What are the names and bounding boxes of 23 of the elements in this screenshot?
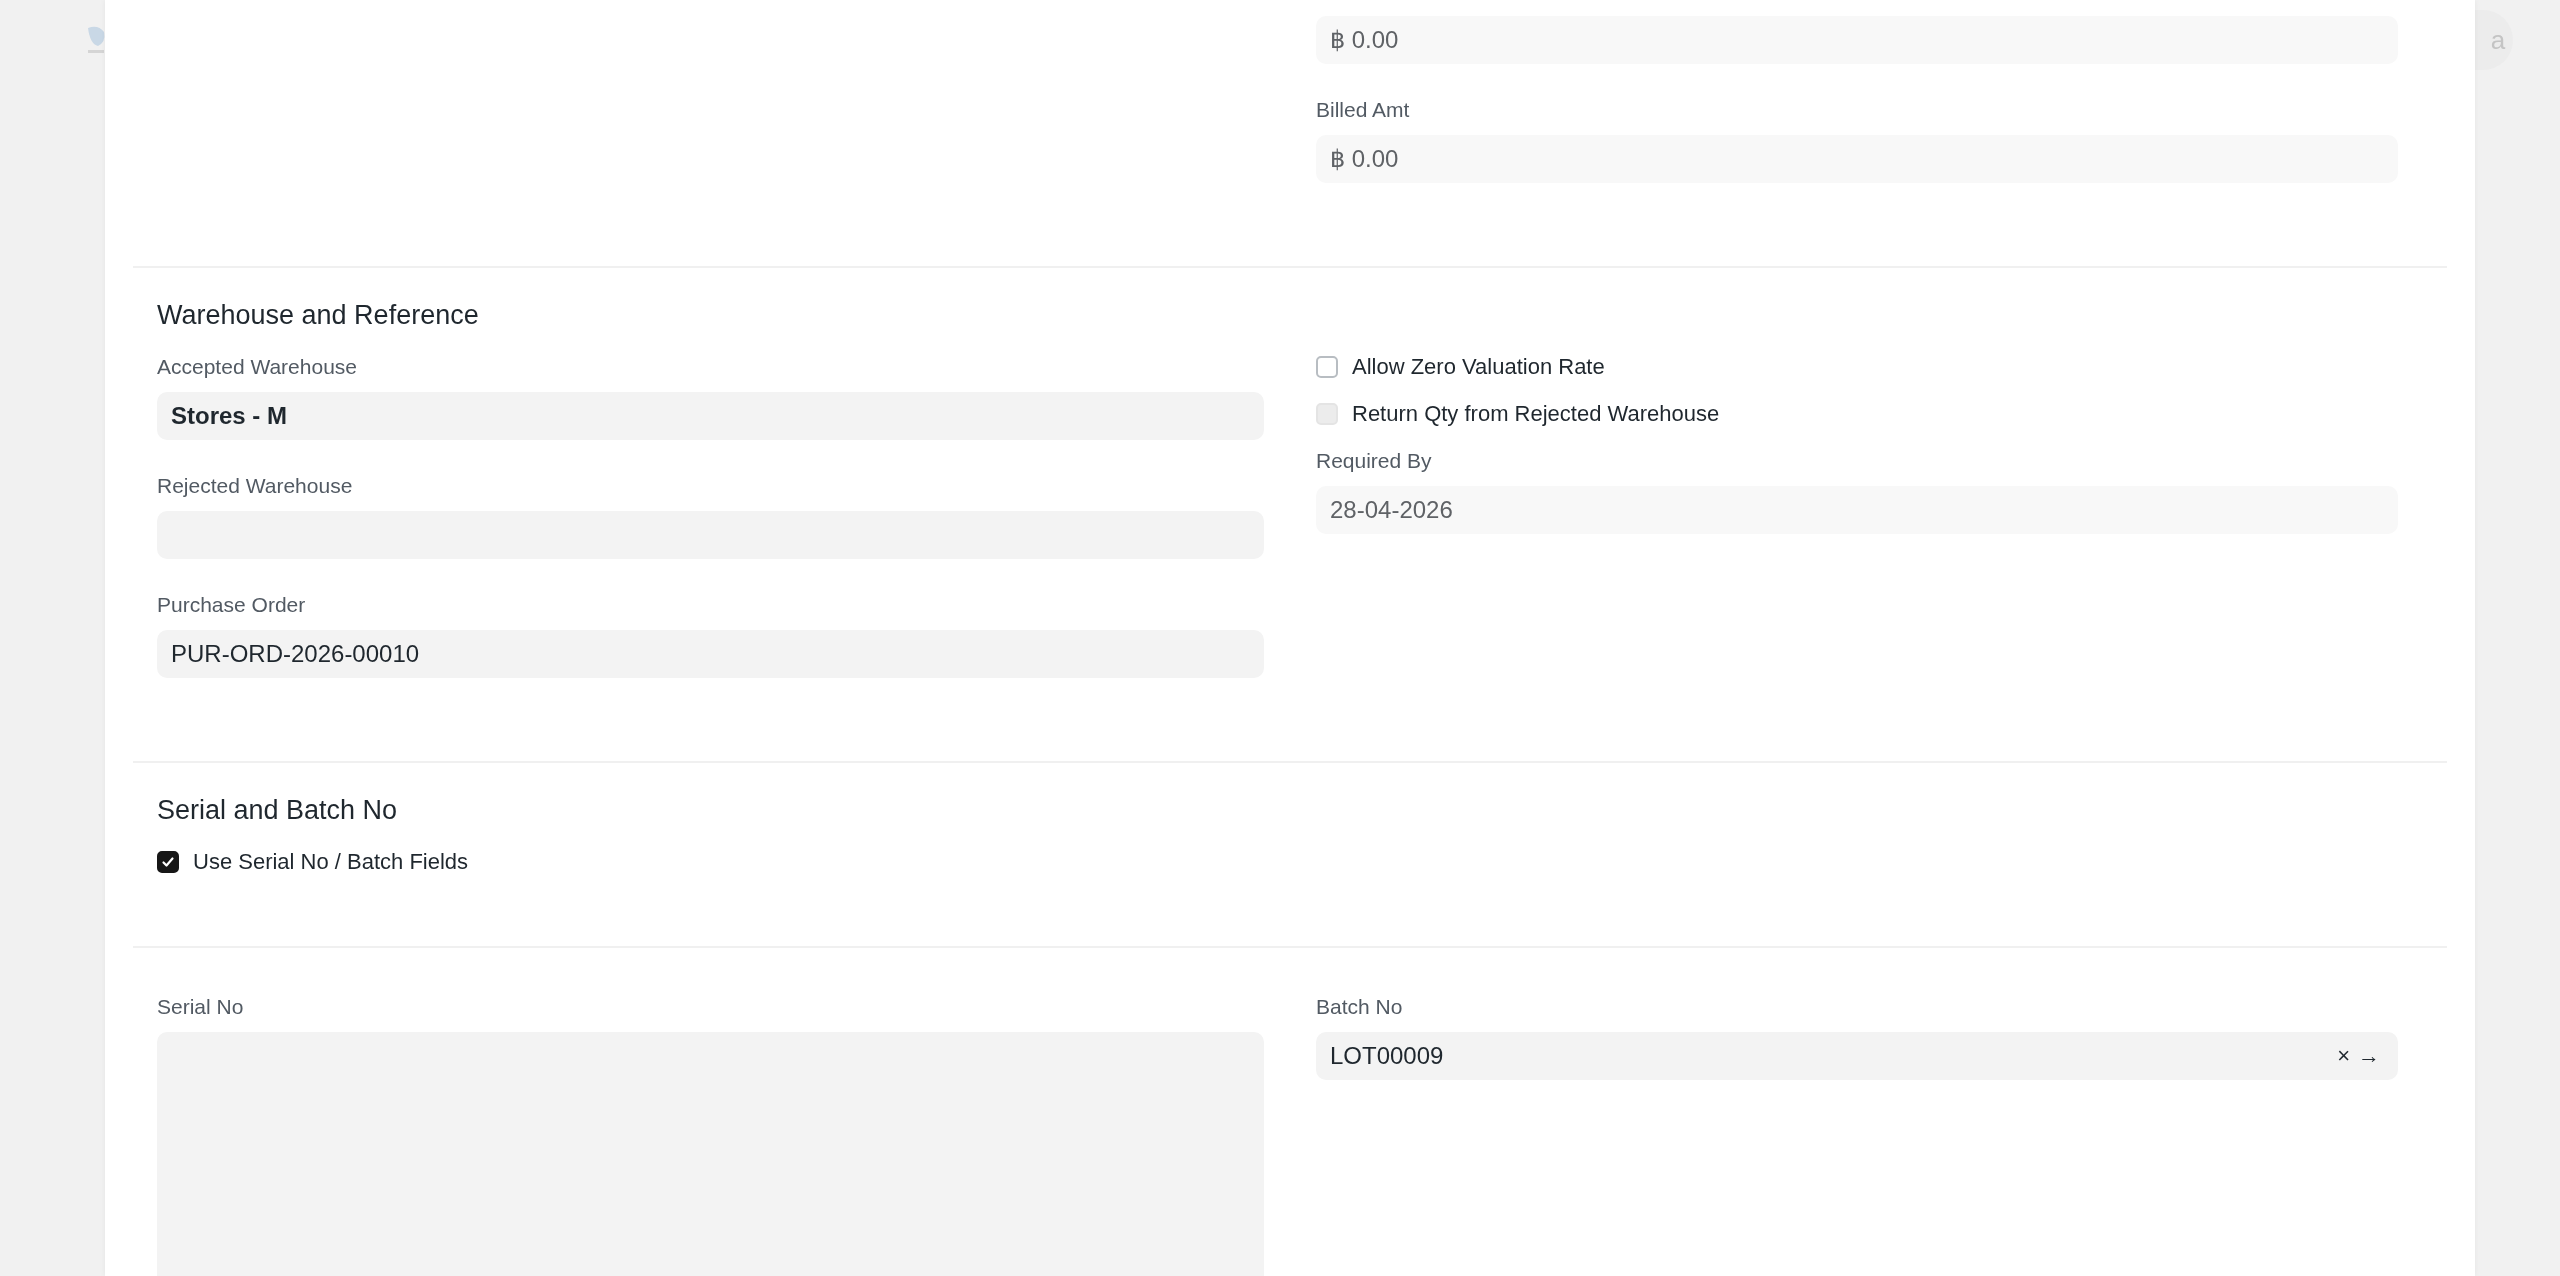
field-label: Accepted Warehouse <box>157 354 358 380</box>
field-label: Required By <box>1316 448 1433 474</box>
input-field[interactable]: LOT00009 × → <box>1316 1032 2398 1080</box>
input-field[interactable]: Stores - M <box>157 392 1264 440</box>
input-field[interactable]: ฿ 0.00 <box>1316 16 2398 64</box>
field-label: Rejected Warehouse <box>157 473 354 499</box>
section-heading: Serial and Batch No <box>157 794 399 827</box>
field-label: Serial No <box>157 994 245 1020</box>
checkmark-icon <box>161 855 175 869</box>
open-link-button[interactable]: → <box>2354 1043 2384 1069</box>
checkbox-label: Allow Zero Valuation Rate <box>1352 354 1605 380</box>
field-label: Purchase Order <box>157 592 307 618</box>
checkbox-label: Return Qty from Rejected Warehouse <box>1352 401 1720 427</box>
checkbox[interactable] <box>1316 356 1338 378</box>
field-label: Billed Amt <box>1316 97 1411 123</box>
checkbox[interactable] <box>157 851 179 873</box>
input-field[interactable]: 28-04-2026 <box>1316 486 2398 534</box>
field-label: Batch No <box>1316 994 1404 1020</box>
section-heading: Warehouse and Reference <box>157 299 480 332</box>
input-field[interactable]: ฿ 0.00 <box>1316 135 2398 183</box>
clear-button[interactable]: × <box>2333 1043 2354 1069</box>
checkbox-label: Use Serial No / Batch Fields <box>193 849 469 875</box>
input-field[interactable]: PUR-ORD-2026-00010 <box>157 630 1264 678</box>
